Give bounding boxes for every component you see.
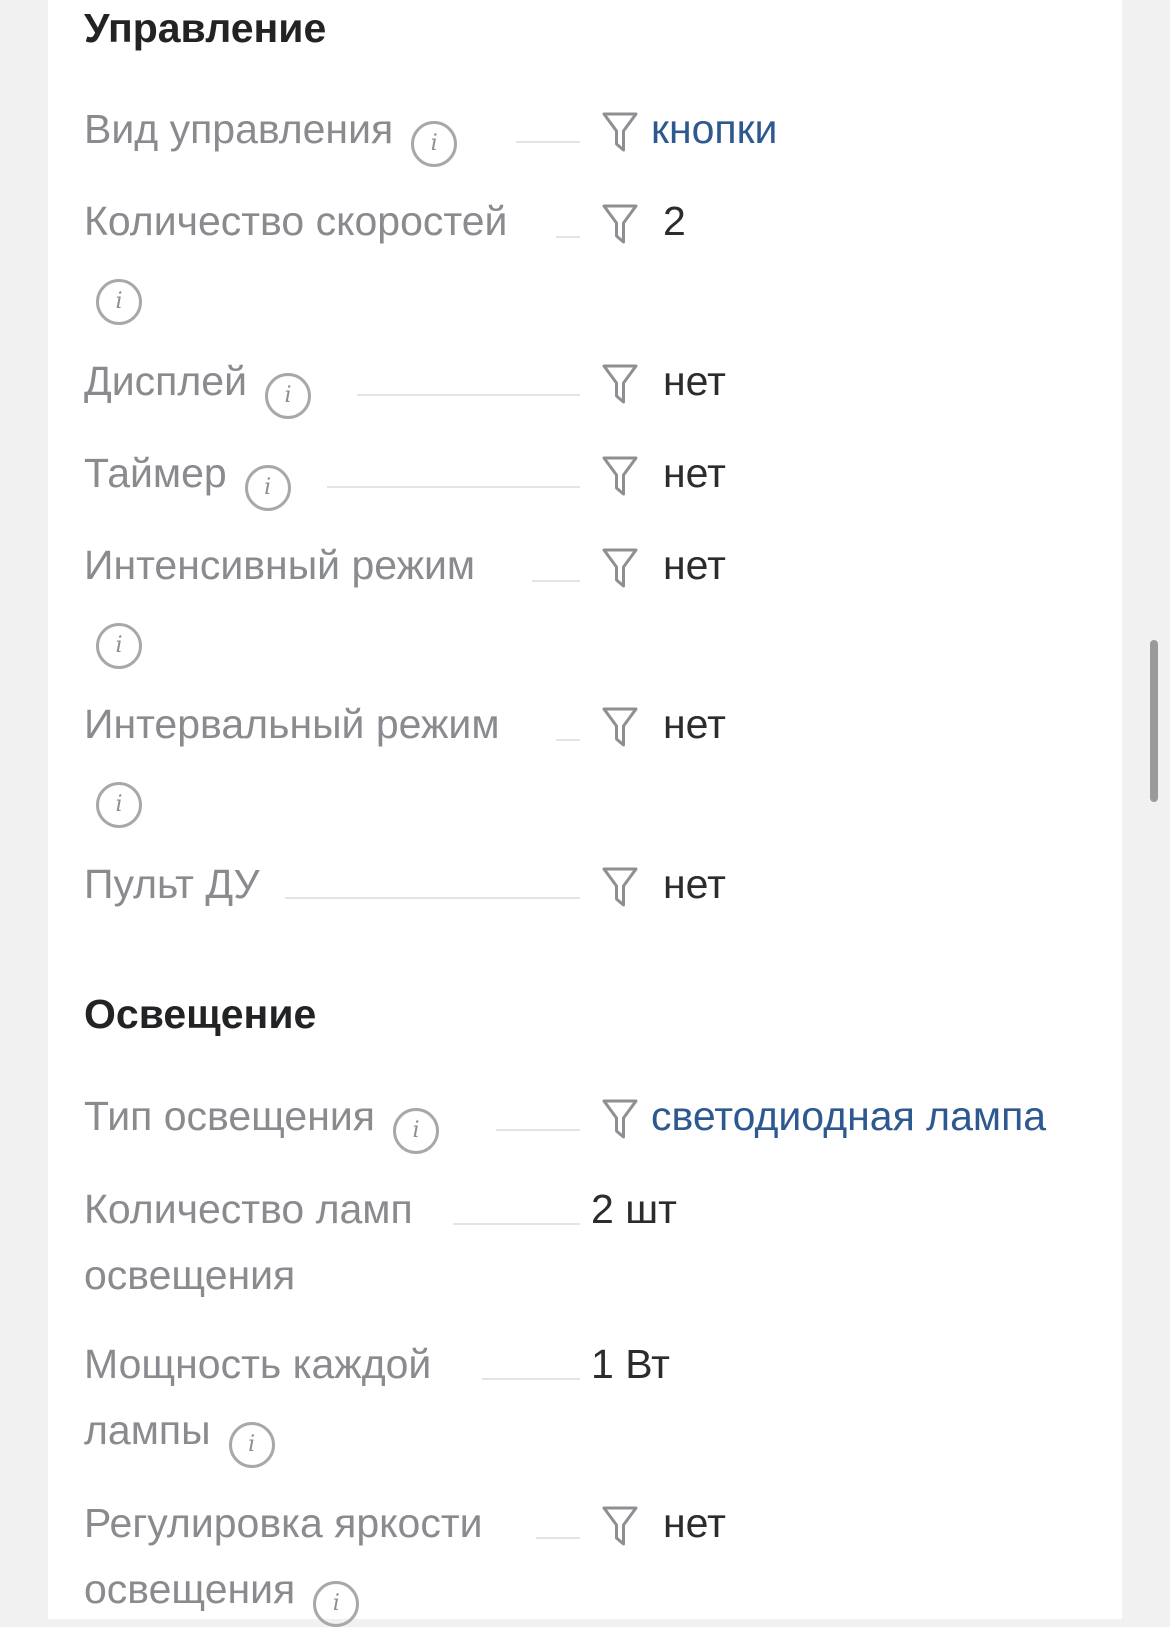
section-title-control: Управление — [84, 5, 327, 51]
dotted-leader — [536, 1537, 580, 1539]
info-icon[interactable]: i — [265, 373, 311, 419]
spec-label-text: Вид управления — [84, 106, 394, 152]
info-icon[interactable]: i — [244, 465, 291, 511]
spec-label-text: Количество скоростей — [84, 198, 508, 244]
info-icon[interactable]: i — [313, 1581, 360, 1627]
section-title-lighting: Освещение — [84, 991, 317, 1037]
info-icon[interactable]: i — [411, 121, 458, 167]
spec-value-link[interactable]: кнопки — [651, 96, 777, 162]
dotted-leader — [327, 486, 580, 488]
filter-icon[interactable] — [601, 362, 639, 406]
spec-value: нет — [663, 1500, 726, 1546]
filter-icon[interactable] — [601, 1504, 639, 1548]
spec-value: нет — [663, 542, 726, 588]
spec-value: 2 — [663, 198, 686, 244]
spec-label-text: Тип освещения — [84, 1093, 375, 1139]
filter-icon[interactable] — [601, 454, 639, 498]
spec-label-text: Интенсивный режим — [84, 542, 476, 588]
spec-label-text: Таймер — [84, 450, 227, 496]
spec-label-timer: Таймер i — [84, 440, 584, 511]
info-icon[interactable]: i — [96, 279, 142, 325]
spec-label-text: Интервальный режим — [84, 701, 500, 747]
dotted-leader — [285, 897, 580, 899]
spec-label-control-type: Вид управления i — [84, 96, 584, 167]
filter-icon[interactable] — [601, 865, 639, 909]
dotted-leader — [482, 1378, 580, 1380]
spec-value: нет — [663, 358, 726, 404]
dotted-leader — [357, 394, 580, 396]
spec-value: нет — [663, 701, 726, 747]
spec-label-intensive-mode: Интенсивный режим i — [84, 532, 584, 669]
spec-label-speeds: Количество скоростей i — [84, 188, 584, 325]
dotted-leader — [516, 141, 580, 143]
info-icon[interactable]: i — [96, 782, 142, 828]
info-icon[interactable]: i — [96, 623, 142, 669]
filter-icon[interactable] — [601, 705, 639, 749]
spec-label-remote: Пульт ДУ — [84, 851, 584, 917]
spec-label-text: Регулировка яркости освещения — [84, 1500, 483, 1612]
spec-value-link[interactable]: светодиодная лампа — [651, 1083, 1046, 1149]
spec-label-lamp-power: Мощность каждой лампы i — [84, 1331, 484, 1468]
spec-label-lighting-type: Тип освещения i — [84, 1083, 584, 1154]
dotted-leader — [453, 1223, 580, 1225]
filter-icon[interactable] — [601, 1097, 639, 1141]
spec-label-lamp-count: Количество ламп освещения — [84, 1186, 413, 1298]
scrollbar-thumb[interactable] — [1150, 640, 1158, 802]
spec-value: нет — [663, 450, 726, 496]
dotted-leader — [496, 1129, 580, 1131]
filter-icon[interactable] — [601, 546, 639, 590]
spec-label-display: Дисплей i — [84, 348, 584, 419]
info-icon[interactable]: i — [392, 1108, 439, 1154]
spec-label-brightness: Регулировка яркости освещения i — [84, 1490, 544, 1627]
dotted-leader — [556, 236, 580, 238]
spec-label-text: Дисплей — [84, 358, 247, 404]
dotted-leader — [556, 739, 580, 741]
dotted-leader — [532, 580, 580, 582]
spec-value: 2 шт — [591, 1186, 677, 1232]
filter-icon[interactable] — [601, 202, 639, 246]
info-icon[interactable]: i — [228, 1422, 275, 1468]
spec-value: нет — [663, 861, 726, 907]
spec-label-interval-mode: Интервальный режим i — [84, 691, 584, 828]
spec-label-text: Пульт ДУ — [84, 861, 260, 907]
filter-icon[interactable] — [601, 110, 639, 154]
spec-value: 1 Вт — [591, 1341, 670, 1387]
